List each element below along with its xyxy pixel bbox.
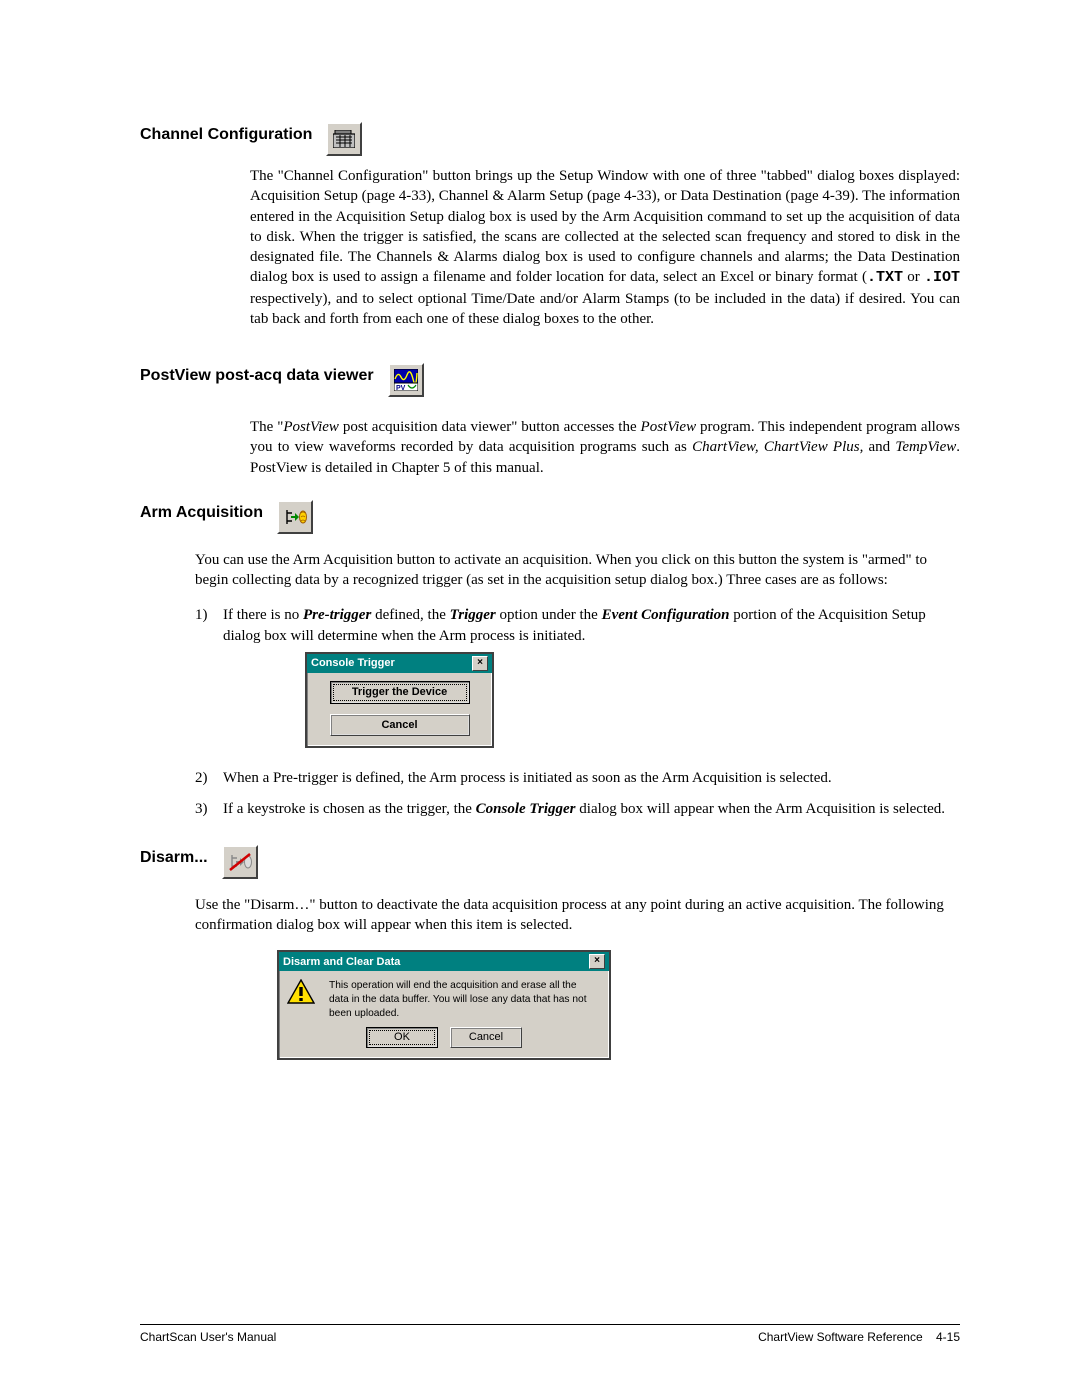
text: option under the bbox=[496, 607, 602, 623]
text: You can use the Arm Acquisition button t… bbox=[195, 550, 960, 591]
cancel-button[interactable]: Cancel bbox=[450, 1027, 522, 1048]
section-header-postview: PostView post-acq data viewer PV bbox=[140, 363, 960, 397]
warning-icon bbox=[287, 979, 315, 1005]
list-number: 2) bbox=[195, 768, 223, 788]
footer-right: ChartView Software Reference 4-15 bbox=[758, 1329, 960, 1345]
channel-config-body: The "Channel Configuration" button bring… bbox=[250, 166, 960, 329]
dialog-message: This operation will end the acquisition … bbox=[329, 979, 599, 1020]
text: When a Pre-trigger is defined, the Arm p… bbox=[223, 768, 960, 788]
text: and bbox=[863, 439, 895, 455]
heading-disarm: Disarm... bbox=[140, 847, 208, 869]
heading-channel-config: Channel Configuration bbox=[140, 124, 312, 146]
heading-arm: Arm Acquisition bbox=[140, 502, 263, 524]
text-italic: TempView bbox=[895, 439, 956, 455]
footer-right-title: ChartView Software Reference bbox=[758, 1330, 923, 1344]
list-item: 2) When a Pre-trigger is defined, the Ar… bbox=[195, 768, 960, 788]
postview-icon: PV bbox=[388, 363, 424, 397]
text: defined, the bbox=[371, 607, 449, 623]
list-item: 1) If there is no Pre-trigger defined, t… bbox=[195, 605, 960, 758]
dialog-caption: Disarm and Clear Data × bbox=[279, 952, 609, 971]
text-bolditalic: Event Configuration bbox=[602, 607, 730, 623]
text-italic: PostView bbox=[641, 419, 697, 435]
text: If a keystroke is chosen as the trigger,… bbox=[223, 801, 476, 817]
list-number: 1) bbox=[195, 605, 223, 758]
text: post acquisition data viewer" button acc… bbox=[339, 419, 641, 435]
text: If there is no bbox=[223, 607, 303, 623]
footer-page-number: 4-15 bbox=[936, 1330, 960, 1344]
text: The " bbox=[250, 419, 283, 435]
cancel-button[interactable]: Cancel bbox=[330, 714, 470, 737]
section-header-arm: Arm Acquisition bbox=[140, 500, 960, 534]
heading-postview: PostView post-acq data viewer bbox=[140, 365, 374, 387]
dialog-title: Console Trigger bbox=[311, 656, 395, 671]
dialog-caption: Console Trigger × bbox=[307, 654, 492, 673]
arm-intro: You can use the Arm Acquisition button t… bbox=[195, 550, 960, 591]
svg-text:PV: PV bbox=[396, 385, 406, 391]
trigger-device-button[interactable]: Trigger the Device bbox=[330, 681, 470, 704]
section-header-disarm: Disarm... bbox=[140, 845, 960, 879]
ok-button[interactable]: OK bbox=[366, 1027, 438, 1048]
postview-body: The "PostView post acquisition data view… bbox=[250, 417, 960, 478]
text-bolditalic: Console Trigger bbox=[476, 801, 576, 817]
section-header-channel-config: Channel Configuration bbox=[140, 122, 960, 156]
close-icon[interactable]: × bbox=[589, 954, 605, 969]
code-iot: .IOT bbox=[924, 269, 960, 286]
text: Use the "Disarm…" button to deactivate t… bbox=[195, 895, 960, 936]
close-icon[interactable]: × bbox=[472, 656, 488, 671]
console-trigger-dialog: Console Trigger × Trigger the Device Can… bbox=[305, 652, 494, 749]
document-page: Channel Configuration The "Channel Confi… bbox=[0, 0, 1080, 1397]
footer-left: ChartScan User's Manual bbox=[140, 1329, 276, 1345]
dialog-title: Disarm and Clear Data bbox=[283, 955, 400, 970]
text: or bbox=[903, 269, 924, 285]
text: respectively), and to select optional Ti… bbox=[250, 291, 960, 327]
arm-list: 1) If there is no Pre-trigger defined, t… bbox=[195, 605, 960, 819]
channel-config-icon bbox=[326, 122, 362, 156]
disarm-body: Use the "Disarm…" button to deactivate t… bbox=[195, 895, 960, 1060]
list-number: 3) bbox=[195, 799, 223, 819]
text: The "Channel Configuration" button bring… bbox=[250, 168, 960, 285]
text-italic: PostView bbox=[283, 419, 339, 435]
text-bolditalic: Trigger bbox=[450, 607, 496, 623]
text-italic: ChartView, ChartView Plus, bbox=[692, 439, 863, 455]
disarm-icon bbox=[222, 845, 258, 879]
list-item: 3) If a keystroke is chosen as the trigg… bbox=[195, 799, 960, 819]
text: dialog box will appear when the Arm Acqu… bbox=[576, 801, 946, 817]
arm-icon bbox=[277, 500, 313, 534]
code-txt: .TXT bbox=[867, 269, 903, 286]
disarm-dialog: Disarm and Clear Data × This operation w… bbox=[277, 950, 611, 1059]
page-footer: ChartScan User's Manual ChartView Softwa… bbox=[140, 1324, 960, 1345]
text-bolditalic: Pre-trigger bbox=[303, 607, 371, 623]
